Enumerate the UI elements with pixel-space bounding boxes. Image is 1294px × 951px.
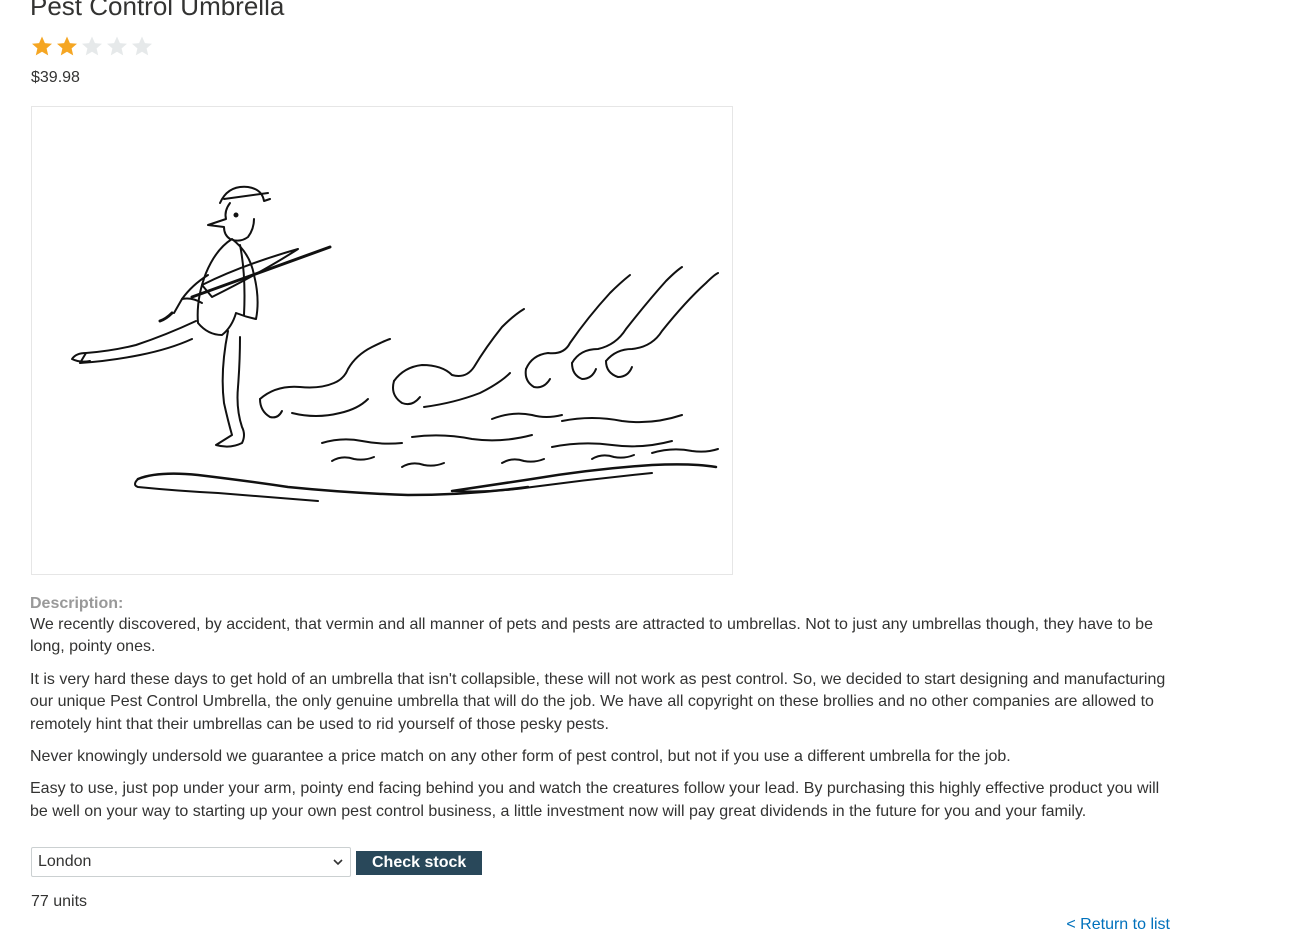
description-label: Description:	[30, 595, 124, 612]
stock-check-form: London Check stock	[31, 847, 483, 877]
product-description: Description: We recently discovered, by …	[30, 594, 1175, 833]
store-select-value: London	[38, 853, 92, 870]
star-filled-icon	[57, 36, 77, 56]
store-select[interactable]: London	[31, 847, 351, 877]
stock-result: 77 units	[31, 893, 88, 910]
star-empty-icon	[82, 36, 102, 56]
description-paragraph: We recently discovered, by accident, tha…	[30, 616, 1153, 656]
star-filled-icon	[32, 36, 52, 56]
star-empty-icon	[132, 36, 152, 56]
product-page: Pest Control Umbrella $39.98 Description…	[0, 0, 1294, 951]
description-paragraph: Easy to use, just pop under your arm, po…	[30, 780, 1160, 820]
product-image	[31, 106, 733, 575]
description-paragraph: Never knowingly undersold we guarantee a…	[30, 748, 1011, 766]
product-title: Pest Control Umbrella	[30, 0, 285, 21]
description-paragraph: It is very hard these days to get hold o…	[30, 670, 1166, 733]
man-with-umbrella-illustration	[71, 185, 719, 502]
product-price: $39.98	[31, 69, 80, 86]
star-empty-icon	[107, 36, 127, 56]
return-to-list-link[interactable]: < Return to list	[1066, 915, 1170, 935]
check-stock-button[interactable]: Check stock	[356, 850, 483, 875]
chevron-down-icon	[333, 859, 343, 866]
star-rating	[30, 34, 154, 58]
